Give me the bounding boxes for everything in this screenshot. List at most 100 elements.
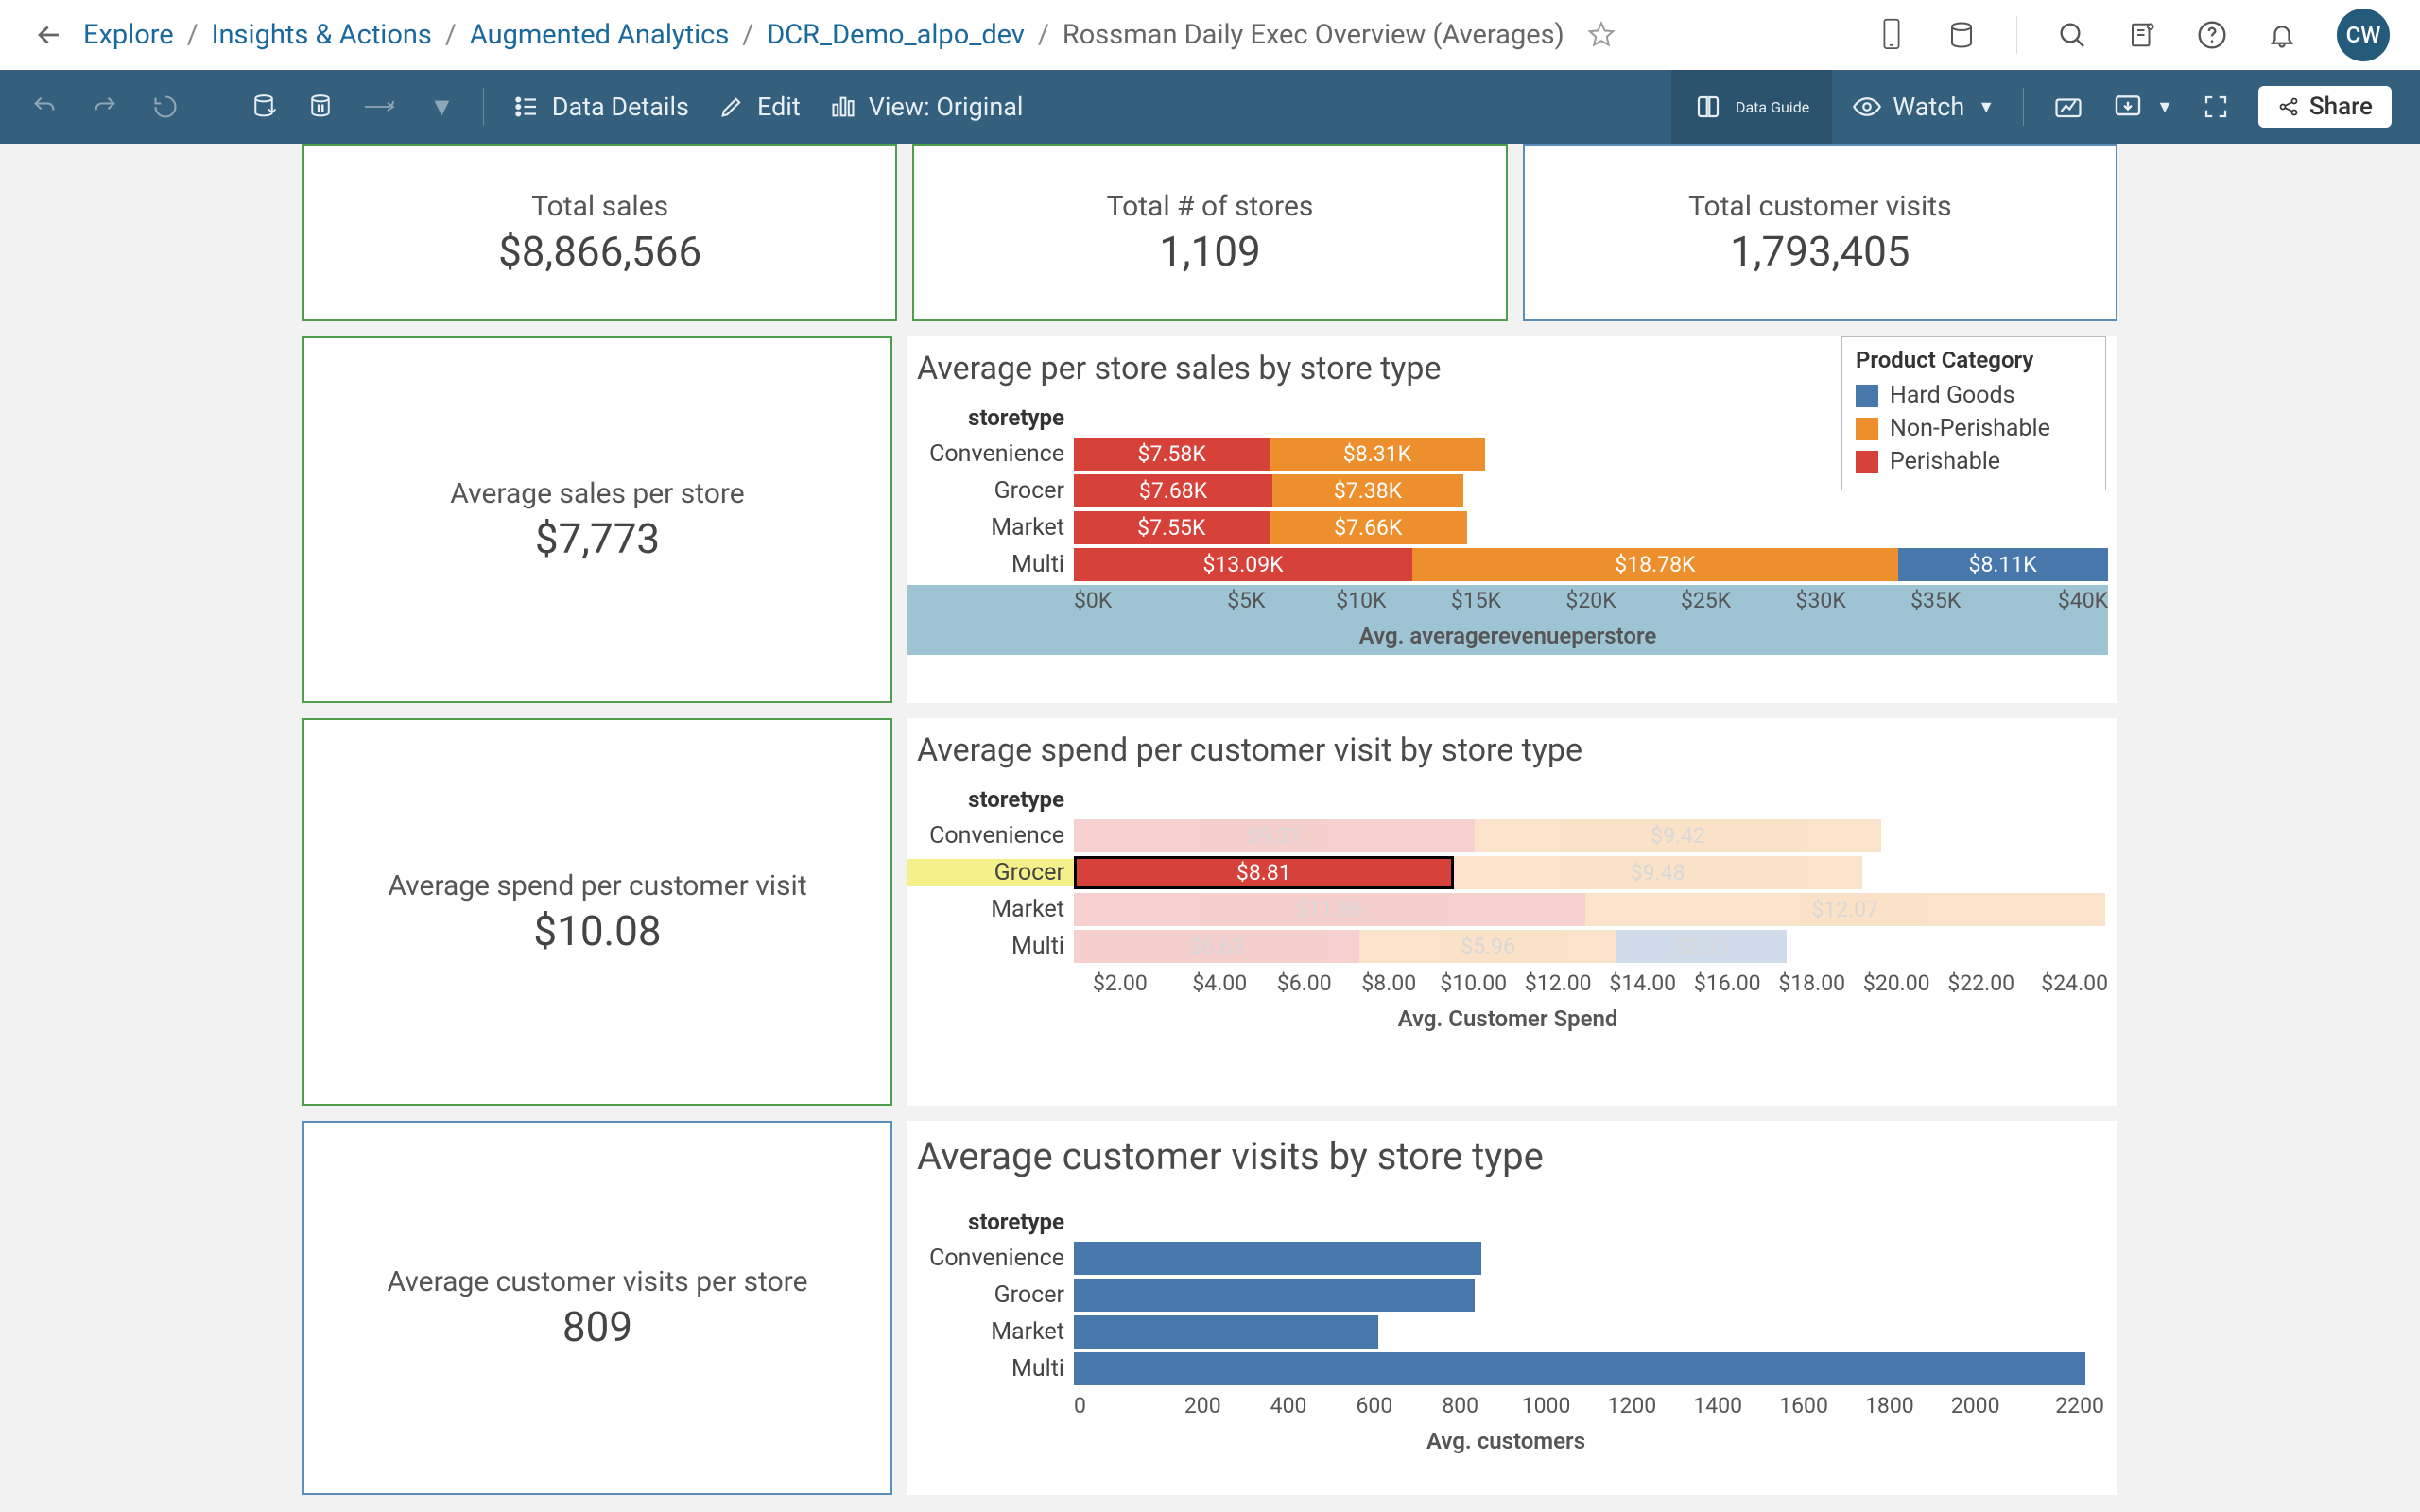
kpi-title: Total sales — [531, 190, 668, 223]
viz-toolbar: ▼ Data Details Edit View: Original Data … — [0, 70, 2420, 144]
bar-segment-perishable[interactable]: $6.63 — [1074, 930, 1359, 963]
chart-title: Average spend per customer visit by stor… — [908, 731, 2118, 781]
row-header: storetype — [908, 786, 1074, 813]
breadcrumb-link[interactable]: Insights & Actions — [212, 19, 432, 51]
bar-row[interactable]: Multi $6.63 $5.96 $3.95 — [908, 928, 2108, 965]
bar-row[interactable]: Grocer — [908, 1277, 2104, 1314]
replay-icon[interactable] — [363, 97, 401, 116]
bar-row-highlighted[interactable]: Grocer $8.81 $9.48 — [908, 854, 2108, 891]
chart-panel-avg-spend: Average spend per customer visit by stor… — [908, 718, 2118, 1106]
download-icon[interactable]: ▼ — [2113, 92, 2173, 122]
breadcrumb-link[interactable]: Explore — [83, 19, 174, 51]
bar-segment-nonperishable[interactable]: $12.07 — [1585, 893, 2105, 926]
row-label: Market — [908, 896, 1074, 923]
edit-button[interactable]: Edit — [717, 92, 801, 122]
row-header: storetype — [908, 404, 1074, 431]
bar-segment-nonperishable[interactable]: $9.42 — [1475, 819, 1880, 852]
row-label: Multi — [908, 933, 1074, 960]
breadcrumb-link[interactable]: DCR_Demo_alpo_dev — [767, 19, 1025, 51]
breadcrumb-bar: Explore/ Insights & Actions/ Augmented A… — [0, 0, 2420, 70]
section-avg-customer-visits: Average customer visits per store 809 Av… — [302, 1121, 2118, 1495]
share-label: Share — [2309, 93, 2373, 121]
device-preview-icon[interactable] — [1876, 20, 1907, 50]
redo-button[interactable] — [89, 94, 121, 120]
fullscreen-icon[interactable] — [2202, 93, 2230, 121]
view-selector[interactable]: View: Original — [829, 92, 1024, 122]
bar-row[interactable]: Convenience — [908, 1240, 2104, 1277]
bar-row[interactable]: Market $11.86 $12.07 — [908, 891, 2108, 928]
bar-segment-perishable[interactable]: $9.31 — [1074, 819, 1475, 852]
bar-segment-perishable-selected[interactable]: $8.81 — [1074, 856, 1454, 889]
bar-segment-nonperishable[interactable]: $18.78K — [1412, 548, 1898, 581]
bar-row[interactable]: Convenience $9.31 $9.42 — [908, 817, 2108, 854]
undo-button[interactable] — [28, 94, 60, 120]
kpi-title: Average spend per customer visit — [388, 869, 806, 902]
chart-body[interactable]: storetype Convenience $7.58K $8.31K Groc… — [908, 399, 2118, 655]
x-axis-ticks: 0200400600800100012001400160018002000220… — [1074, 1387, 2104, 1418]
kpi-card-total-stores[interactable]: Total # of stores 1,109 — [912, 144, 1507, 321]
bar-segment-perishable[interactable]: $7.68K — [1074, 474, 1272, 507]
bar-row[interactable]: Convenience $7.58K $8.31K — [908, 436, 2108, 472]
kpi-value: $10.08 — [533, 906, 661, 955]
revert-button[interactable] — [149, 94, 182, 120]
bar-segment-nonperishable[interactable]: $5.96 — [1359, 930, 1616, 963]
bar-row[interactable]: Grocer $7.68K $7.38K — [908, 472, 2108, 509]
watch-button[interactable]: Watch▼ — [1853, 92, 1995, 122]
kpi-card-avg-visits-per-store[interactable]: Average customer visits per store 809 — [302, 1121, 892, 1495]
kpi-card-total-sales[interactable]: Total sales $8,866,566 — [302, 144, 897, 321]
bar-segment-hardgoods[interactable]: $8.11K — [1898, 548, 2108, 581]
chart-body[interactable]: storetype Convenience $9.31 $9.42 Grocer… — [908, 781, 2118, 1041]
breadcrumb: Explore/ Insights & Actions/ Augmented A… — [83, 19, 1564, 51]
new-item-icon[interactable] — [2127, 20, 2157, 50]
x-axis-ticks: $0K$5K$10K$15K$20K$25K$30K$35K$40K — [1074, 582, 2108, 613]
bar-segment-perishable[interactable]: $11.86 — [1074, 893, 1585, 926]
bar-segment-nonperishable[interactable]: $9.48 — [1454, 856, 1862, 889]
bar-row[interactable]: Market — [908, 1314, 2104, 1350]
kpi-value: 1,109 — [1159, 227, 1261, 276]
row-label: Multi — [908, 1355, 1074, 1383]
data-guide-button[interactable]: Data Guide — [1671, 70, 1832, 144]
bar-segment-perishable[interactable]: $13.09K — [1074, 548, 1412, 581]
chart-panel-avg-visits: Average customer visits by store type st… — [908, 1121, 2118, 1495]
bar-segment[interactable] — [1074, 1279, 1475, 1312]
bar-segment[interactable] — [1074, 1315, 1378, 1349]
bar-segment-nonperishable[interactable]: $7.38K — [1272, 474, 1463, 507]
bar-row[interactable]: Market $7.55K $7.66K — [908, 509, 2108, 546]
replay-menu-caret-icon[interactable]: ▼ — [429, 92, 455, 122]
data-details-label: Data Details — [552, 92, 689, 122]
bar-segment-perishable[interactable]: $7.58K — [1074, 438, 1270, 471]
back-arrow-icon[interactable] — [30, 16, 68, 54]
bar-segment-hardgoods[interactable]: $3.95 — [1616, 930, 1787, 963]
data-details-button[interactable]: Data Details — [512, 92, 689, 122]
metrics-icon[interactable] — [2052, 93, 2084, 121]
row-label: Grocer — [908, 859, 1074, 886]
bar-row[interactable]: Multi $13.09K $18.78K $8.11K — [908, 546, 2108, 583]
notifications-icon[interactable] — [2267, 20, 2297, 50]
favorite-star-icon[interactable] — [1587, 21, 1616, 49]
watch-label: Watch — [1893, 92, 1964, 122]
bar-row[interactable]: Multi — [908, 1350, 2104, 1387]
bar-segment[interactable] — [1074, 1242, 1481, 1275]
data-guide-label: Data Guide — [1736, 98, 1809, 116]
user-avatar[interactable]: CW — [2337, 9, 2390, 61]
chart-body[interactable]: storetype Convenience Grocer Market — [908, 1203, 2118, 1464]
x-axis-title: Avg. Customer Spend — [908, 996, 2108, 1041]
kpi-card-avg-sales-per-store[interactable]: Average sales per store $7,773 — [302, 336, 892, 703]
bar-segment-nonperishable[interactable]: $7.66K — [1270, 511, 1468, 544]
kpi-value: $7,773 — [535, 514, 660, 563]
share-button[interactable]: Share — [2258, 86, 2392, 128]
breadcrumb-current: Rossman Daily Exec Overview (Averages) — [1063, 19, 1564, 51]
bar-segment[interactable] — [1074, 1352, 2085, 1385]
refresh-data-icon[interactable] — [250, 91, 278, 123]
kpi-card-customer-visits[interactable]: Total customer visits 1,793,405 — [1523, 144, 2118, 321]
breadcrumb-link[interactable]: Augmented Analytics — [470, 19, 729, 51]
header-right-actions: CW — [1876, 9, 2390, 61]
bar-segment-perishable[interactable]: $7.55K — [1074, 511, 1270, 544]
kpi-value: 1,793,405 — [1730, 227, 1910, 276]
pause-data-icon[interactable] — [306, 91, 335, 123]
kpi-card-avg-spend-per-visit[interactable]: Average spend per customer visit $10.08 — [302, 718, 892, 1106]
bar-segment-nonperishable[interactable]: $8.31K — [1270, 438, 1484, 471]
help-icon[interactable] — [2197, 20, 2227, 50]
datasource-icon[interactable] — [1946, 20, 1977, 50]
search-icon[interactable] — [2057, 20, 2087, 50]
